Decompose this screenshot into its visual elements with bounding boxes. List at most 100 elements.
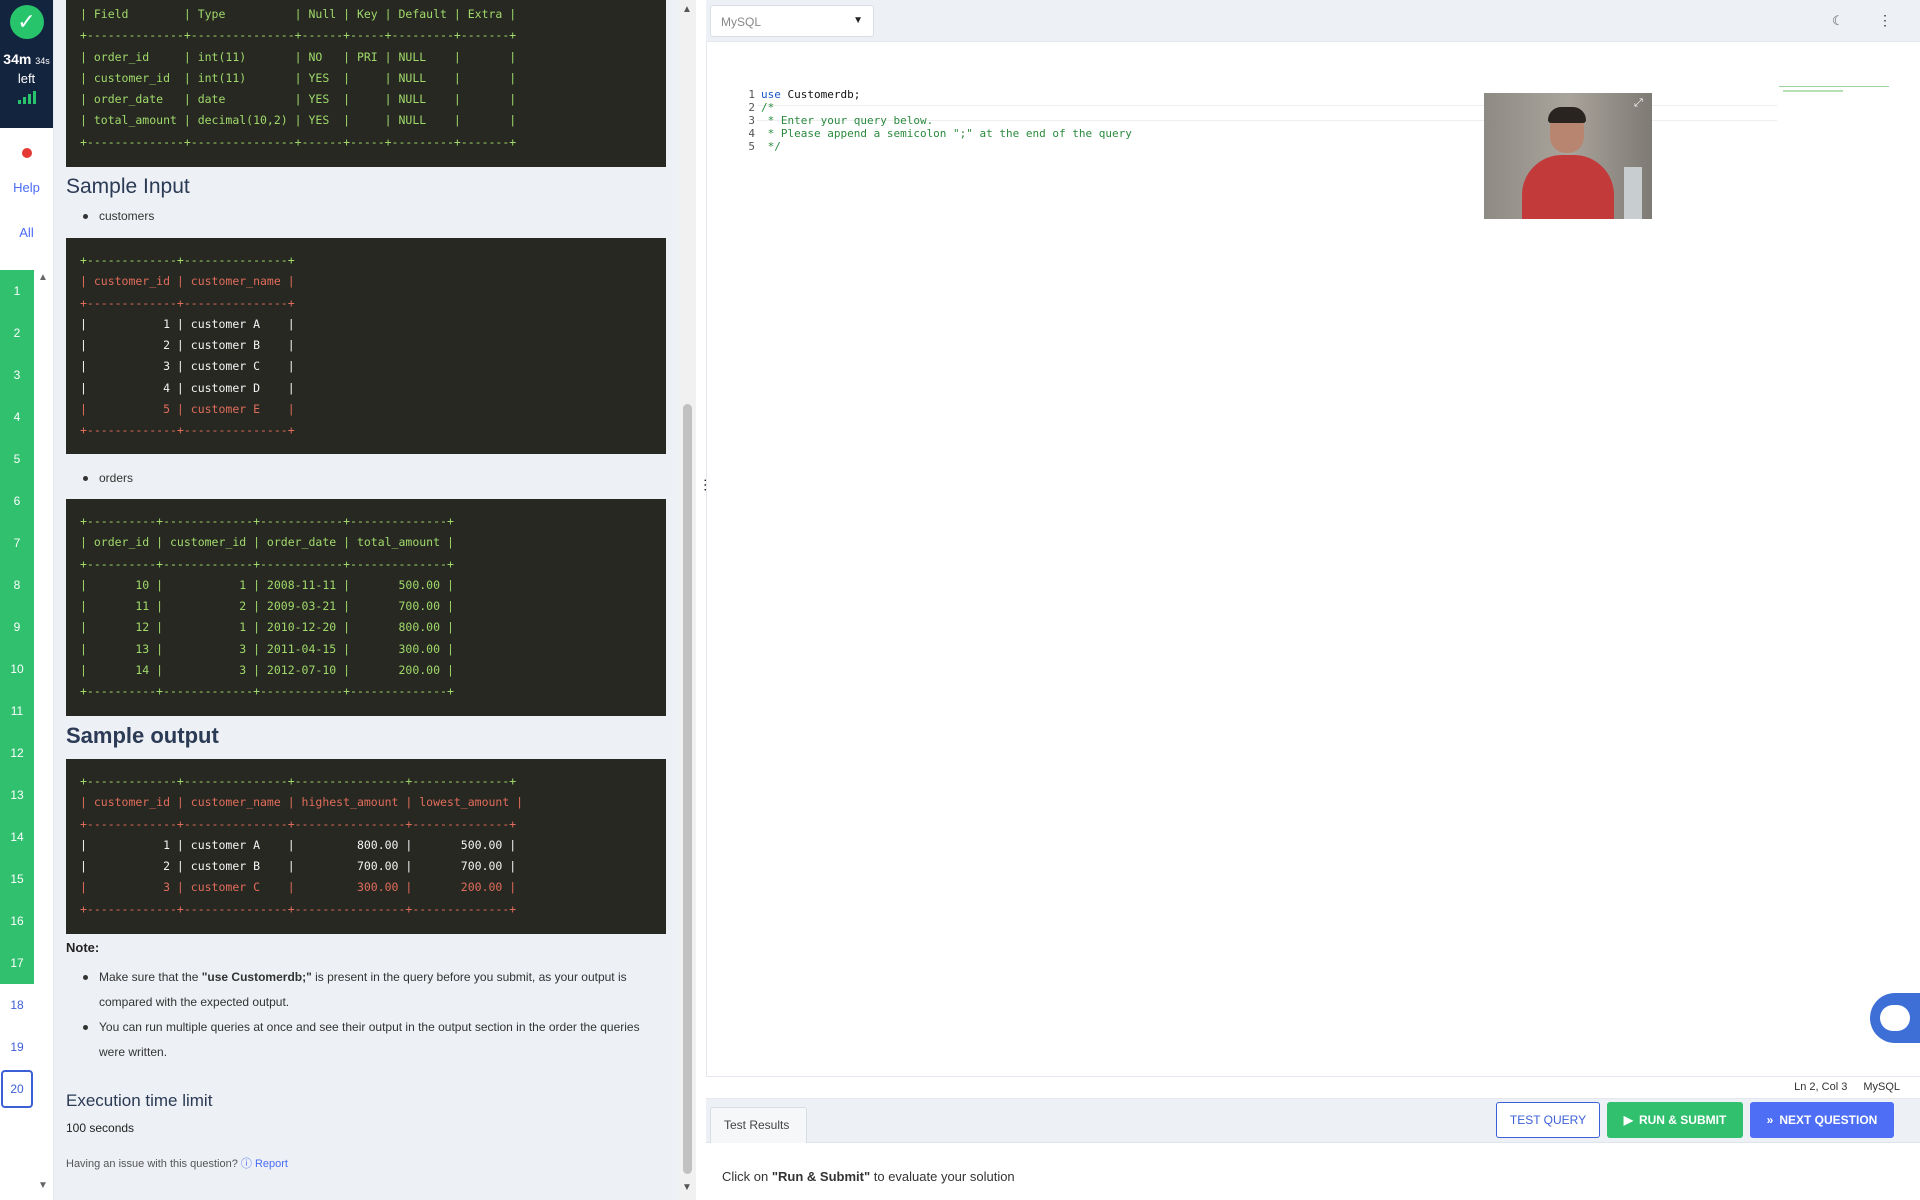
dark-mode-icon[interactable]: ☾ [1832, 13, 1844, 29]
schema-table: | Field | Type | Null | Key | Default | … [66, 0, 666, 167]
results-panel: Test Results TEST QUERY ▶ RUN & SUBMIT » N… [706, 1098, 1920, 1200]
orders-label: orders [66, 471, 666, 485]
question-3[interactable]: 3 [0, 354, 34, 396]
table-row: +-------------+---------------+ [80, 253, 295, 267]
help-link[interactable]: Help [0, 180, 53, 195]
cursor-position: Ln 2, Col 3 [1794, 1081, 1848, 1093]
chevron-down-icon: ▼ [853, 15, 863, 26]
status-language: MySQL [1863, 1081, 1900, 1093]
question-8[interactable]: 8 [0, 564, 34, 606]
question-2[interactable]: 2 [0, 312, 34, 354]
code-line: /* [761, 101, 775, 114]
line-number: 5 [748, 140, 755, 153]
recording-dot-icon [21, 148, 32, 158]
check-icon: ✓ [9, 5, 44, 39]
note-title: Note: [66, 940, 100, 955]
next-question-button[interactable]: » NEXT QUESTION [1750, 1102, 1894, 1138]
table-row: +----------+-------------+------------+-… [80, 556, 454, 571]
table-row: +-------------+---------------+---------… [80, 901, 517, 916]
table-row: | 1 | customer A | [80, 316, 295, 331]
question-17[interactable]: 17 [0, 942, 34, 984]
play-icon: ▶ [1623, 1113, 1633, 1127]
question-18[interactable]: 18 [0, 984, 34, 1026]
table-row: +----------+-------------+------------+-… [80, 684, 454, 699]
table-row: | order_id | int(11) | NO | PRI | NULL |… [80, 49, 517, 64]
language-select[interactable]: MySQL ▼ [710, 5, 874, 37]
all-questions-link[interactable]: All [0, 225, 53, 240]
question-11[interactable]: 11 [0, 690, 34, 732]
note-item-1: Make sure that the "use Customerdb;" is … [66, 965, 666, 1015]
question-12[interactable]: 12 [0, 732, 34, 774]
question-list: 1 2 3 4 5 6 7 8 9 10 11 12 13 14 15 16 17 18 19 20 [0, 270, 54, 1110]
orders-table: +----------+-------------+------------+-… [66, 499, 666, 716]
question-5[interactable]: 5 [0, 438, 34, 480]
timer-left-label: left [17, 71, 36, 86]
exec-time-title: Execution time limit [66, 1091, 213, 1110]
question-14[interactable]: 14 [0, 816, 34, 858]
table-row: | Field | Type | Null | Key | Default | … [80, 7, 517, 21]
question-16[interactable]: 16 [0, 900, 34, 942]
line-number: 4 [748, 127, 755, 140]
customers-table: +-------------+---------------+ | custome… [66, 238, 666, 454]
test-query-button[interactable]: TEST QUERY [1496, 1102, 1600, 1138]
code-line: * Enter your query below. [761, 114, 934, 127]
table-row: | 4 | customer D | [80, 380, 295, 395]
table-row: +-------------+---------------+ [80, 295, 295, 310]
table-row: | 12 | 1 | 2010-12-20 | 800.00 | [80, 620, 454, 635]
table-row: +--------------+---------------+------+-… [80, 134, 517, 149]
question-7[interactable]: 7 [0, 522, 34, 564]
question-13[interactable]: 13 [0, 774, 34, 816]
webcam-preview[interactable]: ⤢ [1484, 93, 1652, 219]
table-row: | 14 | 3 | 2012-07-10 | 200.00 | [80, 663, 454, 678]
table-row: | order_date | date | YES | | NULL | | [80, 92, 517, 107]
more-options-icon[interactable]: ⋮ [1878, 12, 1892, 29]
question-rail: ✓ 34m 34s left Help All ▲ 1 2 3 4 5 6 7 8 9 10 11 1… [0, 0, 54, 1200]
logo: ✓ [0, 0, 53, 44]
pane-divider[interactable]: ⋯ [696, 0, 714, 1200]
editor-panel: MySQL ▼ ☾ ⋮ 1 use Customerdb; 2 /* 3 * Enter … [706, 0, 1920, 1200]
expand-icon[interactable]: ⤢ [1634, 97, 1643, 110]
table-row: | customer_id | customer_name | [80, 274, 295, 289]
scroll-down-icon[interactable]: ▼ [682, 1182, 692, 1193]
table-row: | customer_id | customer_name | highest_… [80, 795, 524, 810]
question-19[interactable]: 19 [0, 1026, 34, 1068]
table-row: | 13 | 3 | 2011-04-15 | 300.00 | [80, 641, 454, 656]
report-link[interactable]: ⓘ Report [241, 1158, 288, 1170]
rail-scroll-down-icon[interactable]: ▼ [38, 1180, 48, 1191]
msg-text-end: to evaluate your solution [870, 1169, 1015, 1184]
table-row: | 11 | 2 | 2009-03-21 | 700.00 | [80, 599, 454, 614]
question-20[interactable]: 20 [1, 1070, 33, 1108]
timer-minutes: 34m [3, 51, 32, 67]
problem-scrollbar[interactable]: ▲ ▼ [679, 0, 696, 1200]
scroll-up-icon[interactable]: ▲ [682, 4, 692, 15]
sample-output-title: Sample output [66, 723, 219, 748]
question-9[interactable]: 9 [0, 606, 34, 648]
note-item-2: You can run multiple queries at once and… [66, 1015, 666, 1065]
question-6[interactable]: 6 [0, 480, 34, 522]
question-1[interactable]: 1 [0, 270, 34, 312]
minimap[interactable] [1779, 86, 1889, 94]
problem-panel: | Field | Type | Null | Key | Default | … [54, 0, 680, 1200]
scrollbar-thumb[interactable] [683, 404, 692, 1174]
run-submit-button[interactable]: ▶ RUN & SUBMIT [1607, 1102, 1743, 1138]
editor-status-bar: Ln 2, Col 3 MySQL [706, 1076, 1920, 1098]
code-editor[interactable]: 1 use Customerdb; 2 /* 3 * Enter your query … [706, 42, 1920, 1076]
next-question-label: NEXT QUESTION [1779, 1113, 1878, 1127]
msg-bold: "Run & Submit" [771, 1169, 871, 1184]
editor-toolbar: MySQL ▼ ☾ ⋮ [706, 0, 1920, 42]
table-row: | customer_id | int(11) | YES | | NULL |… [80, 70, 517, 85]
chat-widget-button[interactable] [1870, 993, 1920, 1043]
line-number: 2 [748, 101, 755, 114]
issue-text: Having an issue with this question? [66, 1158, 238, 1170]
question-15[interactable]: 15 [0, 858, 34, 900]
language-value: MySQL [721, 15, 762, 29]
question-4[interactable]: 4 [0, 396, 34, 438]
question-10[interactable]: 10 [0, 648, 34, 690]
note-1-text: Make sure that the [99, 970, 202, 984]
sample-input-title: Sample Input [66, 175, 190, 198]
table-row: +-------------+---------------+---------… [80, 816, 517, 831]
tab-test-results[interactable]: Test Results [710, 1107, 807, 1143]
timer: 34m 34s left [0, 44, 53, 128]
results-tabs: Test Results TEST QUERY ▶ RUN & SUBMIT » N… [706, 1099, 1920, 1143]
report-label: Report [254, 1158, 288, 1170]
